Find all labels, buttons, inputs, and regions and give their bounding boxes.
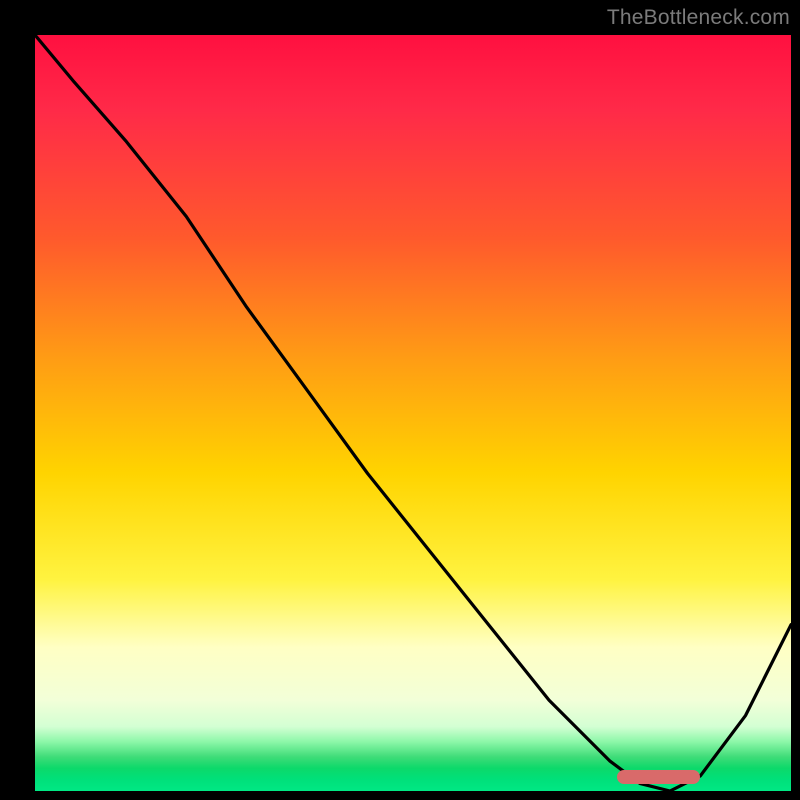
curve-path [35, 35, 791, 791]
chart-frame: TheBottleneck.com [0, 0, 800, 800]
bottleneck-curve [35, 35, 791, 791]
optimal-marker [617, 770, 700, 784]
watermark-text: TheBottleneck.com [607, 6, 790, 30]
plot-area [35, 35, 791, 791]
